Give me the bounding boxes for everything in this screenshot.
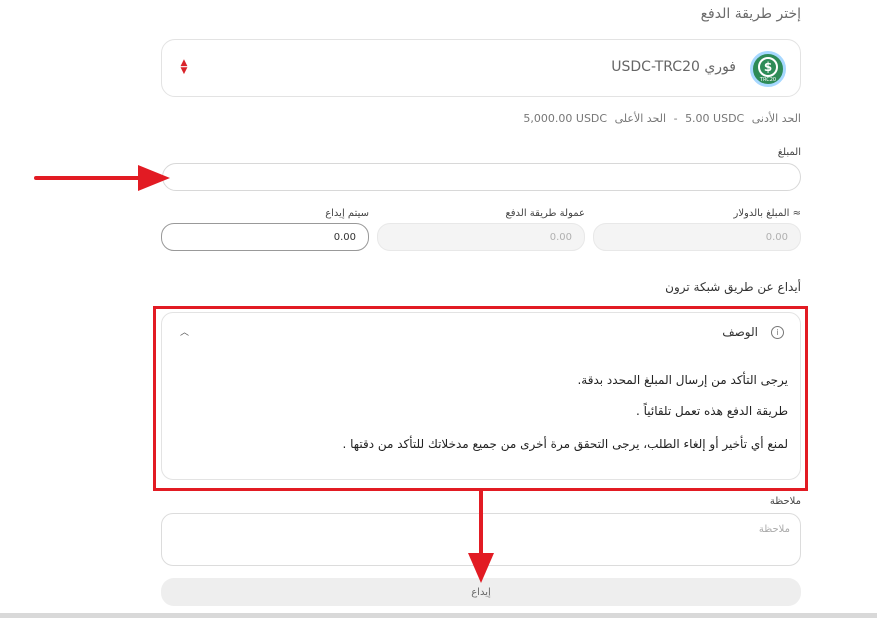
amount-label: المبلغ xyxy=(777,147,801,158)
min-limit-label: الحد الأدنى xyxy=(751,112,801,125)
payment-method-select[interactable]: $ TRC20 USDC-TRC20 فوري ▲ ▼ xyxy=(161,39,801,97)
max-limit-label: الحد الأعلى xyxy=(614,112,667,125)
sort-arrows-icon[interactable]: ▲ ▼ xyxy=(178,59,190,77)
logo-symbol: $ xyxy=(758,57,778,77)
annotation-highlight-box xyxy=(153,306,808,491)
note-textarea[interactable]: ملاحظة xyxy=(161,513,801,566)
usdc-trc20-logo-icon: $ TRC20 xyxy=(750,51,786,87)
deposit-page: إختر طريقة الدفع $ TRC20 USDC-TRC20 فوري… xyxy=(0,0,877,618)
annotation-arrow-right xyxy=(34,165,170,191)
note-placeholder: ملاحظة xyxy=(758,524,790,535)
method-fee-label: عمولة طريقة الدفع xyxy=(505,208,585,219)
note-label: ملاحظة xyxy=(769,496,801,507)
payment-method-name: USDC-TRC20 فوري xyxy=(611,59,736,75)
logo-tag: TRC20 xyxy=(759,77,777,83)
bottom-scrollbar[interactable] xyxy=(0,613,877,618)
amount-input[interactable] xyxy=(162,163,801,191)
amount-limits: الحد الأدنى 5.00 USDC - الحد الأعلى 5,00… xyxy=(519,112,801,125)
network-title: أيداع عن طريق شبكة ترون xyxy=(665,280,801,294)
method-fee-field: 0.00 xyxy=(377,223,585,251)
min-limit-value: 5.00 USDC xyxy=(685,112,745,125)
usd-amount-field: 0.00 xyxy=(593,223,801,251)
to-deposit-label: سيتم إيداع xyxy=(325,208,369,219)
usd-amount-label: المبلغ بالدولار ≈ xyxy=(733,208,802,219)
deposit-button[interactable]: إيداع xyxy=(161,578,801,606)
max-limit-value: 5,000.00 USDC xyxy=(523,112,608,125)
section-title: إختر طريقة الدفع xyxy=(700,6,801,22)
limits-separator: - xyxy=(673,112,678,125)
to-deposit-field[interactable]: 0.00 xyxy=(161,223,369,251)
